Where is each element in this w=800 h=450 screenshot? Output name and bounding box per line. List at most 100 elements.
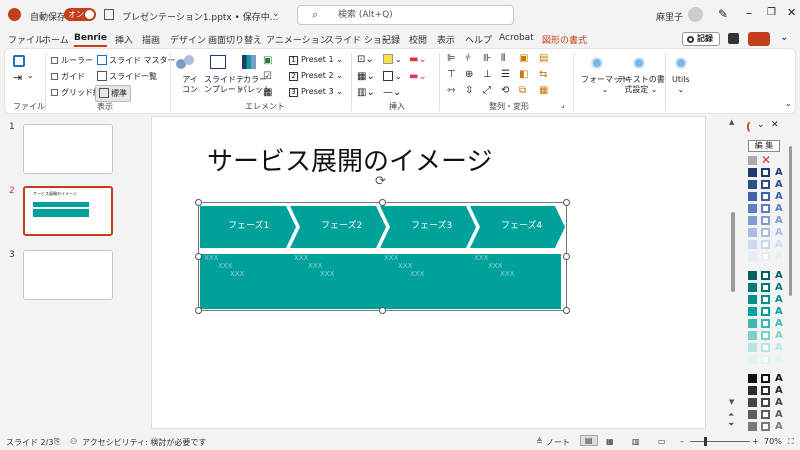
outline-swatch[interactable] bbox=[761, 204, 770, 213]
tab-file[interactable]: ファイル bbox=[8, 33, 44, 46]
file-settings-icon[interactable] bbox=[13, 55, 25, 67]
slide-template-button[interactable]: スライドテ ンプレート bbox=[204, 75, 244, 95]
font-color-swatch[interactable]: A bbox=[775, 295, 783, 305]
outline-swatch[interactable] bbox=[761, 319, 770, 328]
search-input[interactable]: ⌕ 検索 (Alt+Q) bbox=[297, 5, 514, 25]
resize-handle[interactable] bbox=[195, 253, 202, 260]
resize-handle[interactable] bbox=[195, 199, 202, 206]
maximize-icon[interactable]: ❐ bbox=[767, 7, 776, 18]
outline-swatch[interactable] bbox=[761, 398, 770, 407]
slide-thumbnail-2[interactable]: サービス展開のイメージ bbox=[23, 186, 113, 236]
icon-button[interactable]: アイ コン bbox=[182, 75, 198, 95]
autosave-toggle[interactable]: オン bbox=[64, 8, 96, 21]
comments-button[interactable] bbox=[748, 32, 770, 46]
resize-handle[interactable] bbox=[563, 307, 570, 314]
resize-handle[interactable] bbox=[195, 307, 202, 314]
slide-thumbnail-3[interactable] bbox=[23, 250, 113, 300]
fill-swatch[interactable] bbox=[748, 343, 757, 352]
fill-swatch[interactable] bbox=[748, 307, 757, 316]
rotate-icon[interactable]: ⟲ bbox=[501, 85, 509, 96]
fill-swatch[interactable] bbox=[748, 168, 757, 177]
chart-icon[interactable]: ▥⌄ bbox=[357, 87, 375, 98]
arrange-icon[interactable]: ▦ bbox=[539, 85, 548, 96]
fill-swatch[interactable] bbox=[748, 355, 757, 364]
fill-swatch[interactable] bbox=[748, 398, 757, 407]
outline-swatch[interactable] bbox=[761, 307, 770, 316]
fill-swatch[interactable] bbox=[748, 374, 757, 383]
slideshow-icon[interactable]: ▭ bbox=[658, 437, 666, 446]
font-color-swatch[interactable]: A bbox=[775, 252, 783, 262]
outline-swatch[interactable] bbox=[761, 283, 770, 292]
slide-master-button[interactable]: スライド マスター bbox=[97, 55, 176, 66]
font-color-swatch[interactable]: A bbox=[775, 343, 783, 353]
fill-swatch[interactable] bbox=[748, 283, 757, 292]
font-color-swatch[interactable]: A bbox=[775, 307, 783, 317]
font-color-swatch[interactable]: A bbox=[775, 283, 783, 293]
tab-draw[interactable]: 描画 bbox=[142, 33, 160, 46]
tab-insert[interactable]: 挿入 bbox=[115, 33, 133, 46]
align-center-icon[interactable]: ⫩ bbox=[465, 53, 471, 64]
fill-swatch[interactable] bbox=[748, 192, 757, 201]
ungroup-icon[interactable]: ▤ bbox=[539, 53, 548, 64]
font-color-swatch[interactable]: A bbox=[775, 216, 783, 226]
pane-close-icon[interactable]: ✕ bbox=[771, 120, 779, 130]
standard-view-button[interactable]: 標準 bbox=[95, 85, 131, 102]
ribbon-pin-icon[interactable]: ⌄ bbox=[785, 99, 792, 108]
zoom-in-icon[interactable]: + bbox=[752, 437, 759, 446]
table-icon[interactable]: ▦⌄ bbox=[357, 71, 375, 82]
normal-view-icon[interactable]: ▤ bbox=[580, 435, 598, 446]
fill-swatch[interactable] bbox=[748, 204, 757, 213]
outline-swatch[interactable] bbox=[761, 180, 770, 189]
tab-animations[interactable]: アニメーション bbox=[266, 33, 329, 46]
teams-icon[interactable] bbox=[728, 33, 739, 44]
fill-swatch[interactable] bbox=[748, 180, 757, 189]
textbox-icon[interactable]: ⊡⌄ bbox=[357, 54, 374, 65]
tab-benrie[interactable]: Benrie bbox=[74, 33, 107, 47]
fill-swatch[interactable] bbox=[748, 422, 757, 431]
grid-checkbox[interactable]: グリッド線 bbox=[51, 87, 101, 98]
align-middle-icon[interactable]: ⊕ bbox=[465, 69, 473, 80]
distribute-v-icon[interactable]: ☰ bbox=[501, 69, 510, 80]
tab-slideshow[interactable]: スライド ショー bbox=[325, 33, 391, 46]
distribute-h-icon[interactable]: ⫴ bbox=[501, 53, 505, 64]
align-left-icon[interactable]: ⊫ bbox=[447, 53, 456, 64]
filename-dropdown-icon[interactable]: ⌄ bbox=[272, 9, 280, 19]
font-color-swatch[interactable]: A bbox=[775, 168, 783, 178]
minimize-icon[interactable]: – bbox=[746, 6, 752, 20]
align-bottom-icon[interactable]: ⊥ bbox=[483, 69, 492, 80]
prev-slide-icon[interactable]: ⏶ bbox=[728, 410, 734, 420]
zoom-slider[interactable] bbox=[690, 441, 750, 442]
resize-handle[interactable] bbox=[379, 307, 386, 314]
pane-scrollbar[interactable] bbox=[789, 146, 792, 296]
outline-swatch[interactable] bbox=[761, 386, 770, 395]
outline-swatch[interactable] bbox=[761, 271, 770, 280]
preset-3-button[interactable]: 3 Preset 3 ⌄ bbox=[289, 87, 343, 97]
close-icon[interactable]: ✕ bbox=[787, 6, 796, 19]
outline-swatch[interactable] bbox=[761, 410, 770, 419]
fill-swatch[interactable] bbox=[748, 271, 757, 280]
tab-view[interactable]: 表示 bbox=[437, 33, 455, 46]
fill-swatch[interactable] bbox=[748, 386, 757, 395]
save-icon[interactable] bbox=[104, 9, 114, 20]
checkbox-element-icon[interactable]: ☑ bbox=[263, 71, 272, 82]
tab-acrobat[interactable]: Acrobat bbox=[499, 33, 534, 43]
zoom-out-icon[interactable]: – bbox=[680, 437, 684, 446]
export-icon[interactable]: ⇥ bbox=[13, 71, 22, 84]
tab-help[interactable]: ヘルプ bbox=[465, 33, 492, 46]
outline-swatch[interactable] bbox=[761, 295, 770, 304]
tab-record[interactable]: 記録 bbox=[382, 33, 400, 46]
user-name[interactable]: 麻里子 bbox=[656, 10, 683, 23]
notes-icon[interactable]: ≜ bbox=[536, 437, 543, 446]
fill-swatch[interactable] bbox=[748, 319, 757, 328]
outline-swatch[interactable] bbox=[761, 422, 770, 431]
fit-slide-icon[interactable]: ⛶ bbox=[788, 437, 794, 447]
slide-list-button[interactable]: スライド一覧 bbox=[97, 71, 157, 82]
rectangle-icon[interactable]: ⌄ bbox=[383, 71, 402, 81]
line-icon[interactable]: —⌄ bbox=[383, 87, 401, 98]
zoom-level[interactable]: 70% bbox=[764, 437, 782, 446]
export-dropdown-icon[interactable]: ⌄ bbox=[27, 71, 34, 80]
notes-button[interactable]: ノート bbox=[546, 437, 570, 448]
clear-color-icon[interactable]: ✕ bbox=[761, 153, 771, 167]
zoom-slider-thumb[interactable] bbox=[704, 437, 707, 446]
next-slide-icon[interactable]: ⏷ bbox=[728, 420, 734, 430]
